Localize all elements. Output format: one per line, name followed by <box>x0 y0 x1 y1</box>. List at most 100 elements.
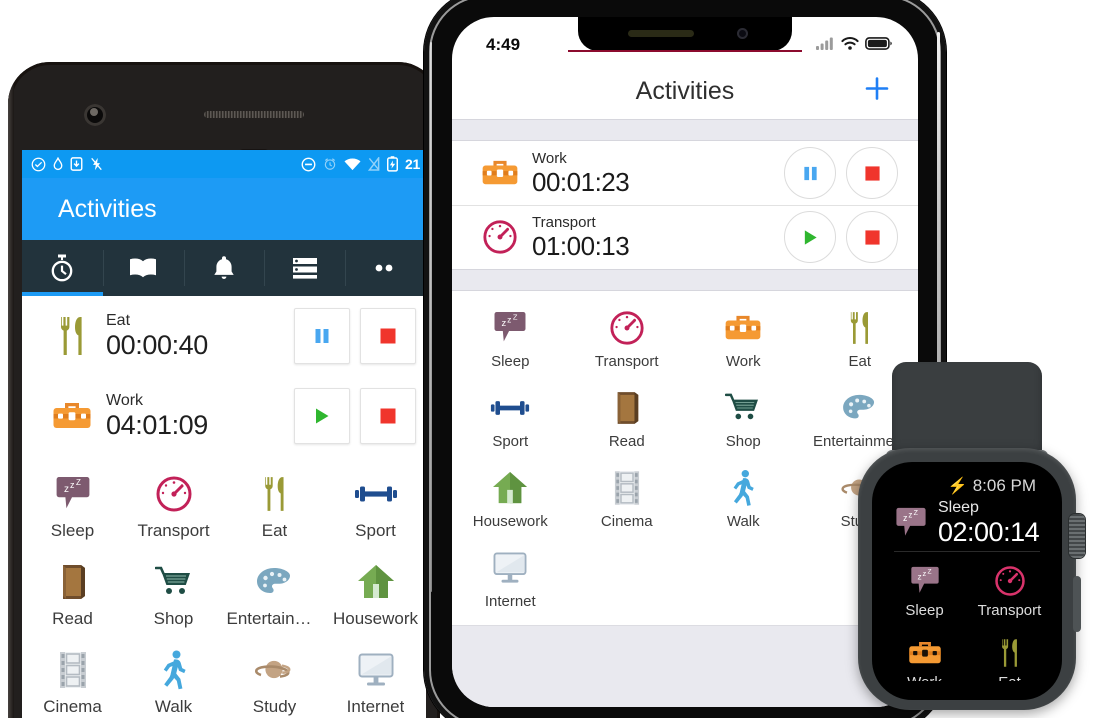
activity-entertainment[interactable]: Entertainm… <box>224 554 325 642</box>
activity-label: Work <box>907 674 942 681</box>
activity-internet[interactable]: Internet <box>325 642 426 718</box>
stop-button[interactable] <box>360 388 416 444</box>
iphone-earpiece-speaker <box>628 30 694 37</box>
iphone-running-list: Work 00:01:23 Transport 01:00:13 <box>452 141 918 269</box>
android-front-camera-icon <box>84 104 106 126</box>
wifi-icon <box>344 158 361 171</box>
iphone-notch <box>578 17 792 51</box>
table-row[interactable]: Work 00:01:23 <box>452 141 918 205</box>
sleep-icon: zzZ <box>493 307 527 349</box>
cutlery-icon <box>845 307 875 349</box>
activity-eat[interactable]: Eat <box>967 634 1052 700</box>
svg-text:Z: Z <box>914 509 919 517</box>
stop-button[interactable] <box>846 211 898 263</box>
activity-housework[interactable]: Housework <box>325 554 426 642</box>
activity-sport[interactable]: Sport <box>325 466 426 554</box>
android-page-title: Activities <box>58 194 157 223</box>
cellular-icon <box>816 35 835 55</box>
section-divider-middle <box>452 269 918 291</box>
activity-cinema[interactable]: Cinema <box>22 642 123 718</box>
activity-label: Transport <box>977 602 1042 619</box>
svg-text:z: z <box>507 314 511 324</box>
table-row[interactable]: Transport 01:00:13 <box>452 205 918 269</box>
play-button[interactable] <box>294 388 350 444</box>
activity-label: Read <box>52 609 93 628</box>
svg-text:Z: Z <box>513 313 518 322</box>
activity-sleep[interactable]: zzZ Sleep <box>22 466 123 554</box>
watch-side-button[interactable] <box>1073 576 1081 632</box>
activity-read[interactable]: Read <box>569 383 686 463</box>
watch-screen: ⚡ 8:06 PM zzZ Sleep 02:00:14 z z Z Sleep… <box>872 462 1062 700</box>
alarm-icon <box>323 157 337 171</box>
activity-sport[interactable]: Sport <box>452 383 569 463</box>
activity-label: Read <box>608 433 645 450</box>
monitor-icon <box>493 547 527 589</box>
tab-records[interactable] <box>264 240 345 296</box>
activity-label: Shop <box>725 433 761 450</box>
speedometer-icon <box>609 307 645 349</box>
watch-case: ⚡ 8:06 PM zzZ Sleep 02:00:14 z z Z Sleep… <box>858 448 1085 710</box>
tab-statistics[interactable] <box>102 240 184 296</box>
activity-study[interactable]: Study <box>224 642 325 718</box>
activity-label: Housework <box>472 513 548 530</box>
activity-housework[interactable]: Housework <box>452 463 569 543</box>
activity-label: Sleep <box>905 602 944 619</box>
charging-bolt-icon: ⚡ <box>947 478 968 495</box>
activity-cinema[interactable]: Cinema <box>569 463 686 543</box>
iphone-clock: 4:49 <box>486 35 521 54</box>
tab-more[interactable] <box>345 240 426 296</box>
add-activity-button[interactable] <box>862 74 892 109</box>
watch-status-bar: ⚡ 8:06 PM <box>882 462 1052 496</box>
speedometer-icon <box>994 562 1026 600</box>
wifi-icon <box>841 35 859 55</box>
activity-work[interactable]: Work <box>685 303 802 383</box>
download-icon <box>70 157 83 171</box>
activity-internet[interactable]: Internet <box>452 543 569 623</box>
activity-sleep[interactable]: zzZ Sleep <box>882 562 967 634</box>
cart-icon <box>725 387 761 429</box>
activity-label: Sleep <box>491 353 530 370</box>
sleep-icon: zzZ <box>55 472 91 516</box>
play-button[interactable] <box>784 211 836 263</box>
activity-read[interactable]: Read <box>22 554 123 642</box>
walking-icon <box>731 467 755 509</box>
activity-name: Eat <box>106 312 131 329</box>
table-row[interactable]: Work 04:01:09 <box>22 376 426 456</box>
toolbox-icon <box>908 634 942 672</box>
pause-button[interactable] <box>784 147 836 199</box>
activity-label: Sport <box>355 521 396 540</box>
activity-eat[interactable]: Eat <box>224 466 325 554</box>
tab-stopwatch[interactable] <box>22 240 103 296</box>
activity-shop[interactable]: Shop <box>685 383 802 463</box>
toolbox-icon <box>724 307 762 349</box>
android-running-list: Eat 00:00:40 Work 04:01:09 <box>22 296 426 456</box>
watch-current-activity[interactable]: zzZ Sleep 02:00:14 <box>882 496 1052 547</box>
activity-work[interactable]: Work <box>882 634 967 700</box>
stop-button[interactable] <box>846 147 898 199</box>
android-phone-device: 21 Activities Eat 00:00:40 Work 04:01:09… <box>8 62 440 718</box>
bell-icon <box>212 255 236 282</box>
sleep-icon: zzZ <box>888 506 934 540</box>
activity-transport[interactable]: Transport <box>569 303 686 383</box>
activity-label: Internet <box>346 697 405 716</box>
stop-button[interactable] <box>360 308 416 364</box>
activity-label: Cinema <box>600 513 653 530</box>
activity-sleep[interactable]: zzZ Sleep <box>452 303 569 383</box>
do-not-disturb-icon <box>301 157 316 172</box>
speedometer-icon <box>155 472 193 516</box>
table-row[interactable]: Eat 00:00:40 <box>22 296 426 376</box>
pause-button[interactable] <box>294 308 350 364</box>
activity-label: Eat <box>261 521 288 540</box>
tab-notifications[interactable] <box>183 240 265 296</box>
svg-text:z: z <box>908 510 912 519</box>
android-earpiece-speaker <box>204 111 304 118</box>
activity-transport[interactable]: Transport <box>123 466 224 554</box>
activity-label: Walk <box>154 697 193 716</box>
activity-walk[interactable]: Walk <box>123 642 224 718</box>
activity-walk[interactable]: Walk <box>685 463 802 543</box>
activity-shop[interactable]: Shop <box>123 554 224 642</box>
digital-crown-icon[interactable] <box>1069 514 1085 558</box>
activity-label: Transport <box>137 521 210 540</box>
activity-transport[interactable]: Transport <box>967 562 1052 634</box>
cutlery-icon <box>259 472 291 516</box>
